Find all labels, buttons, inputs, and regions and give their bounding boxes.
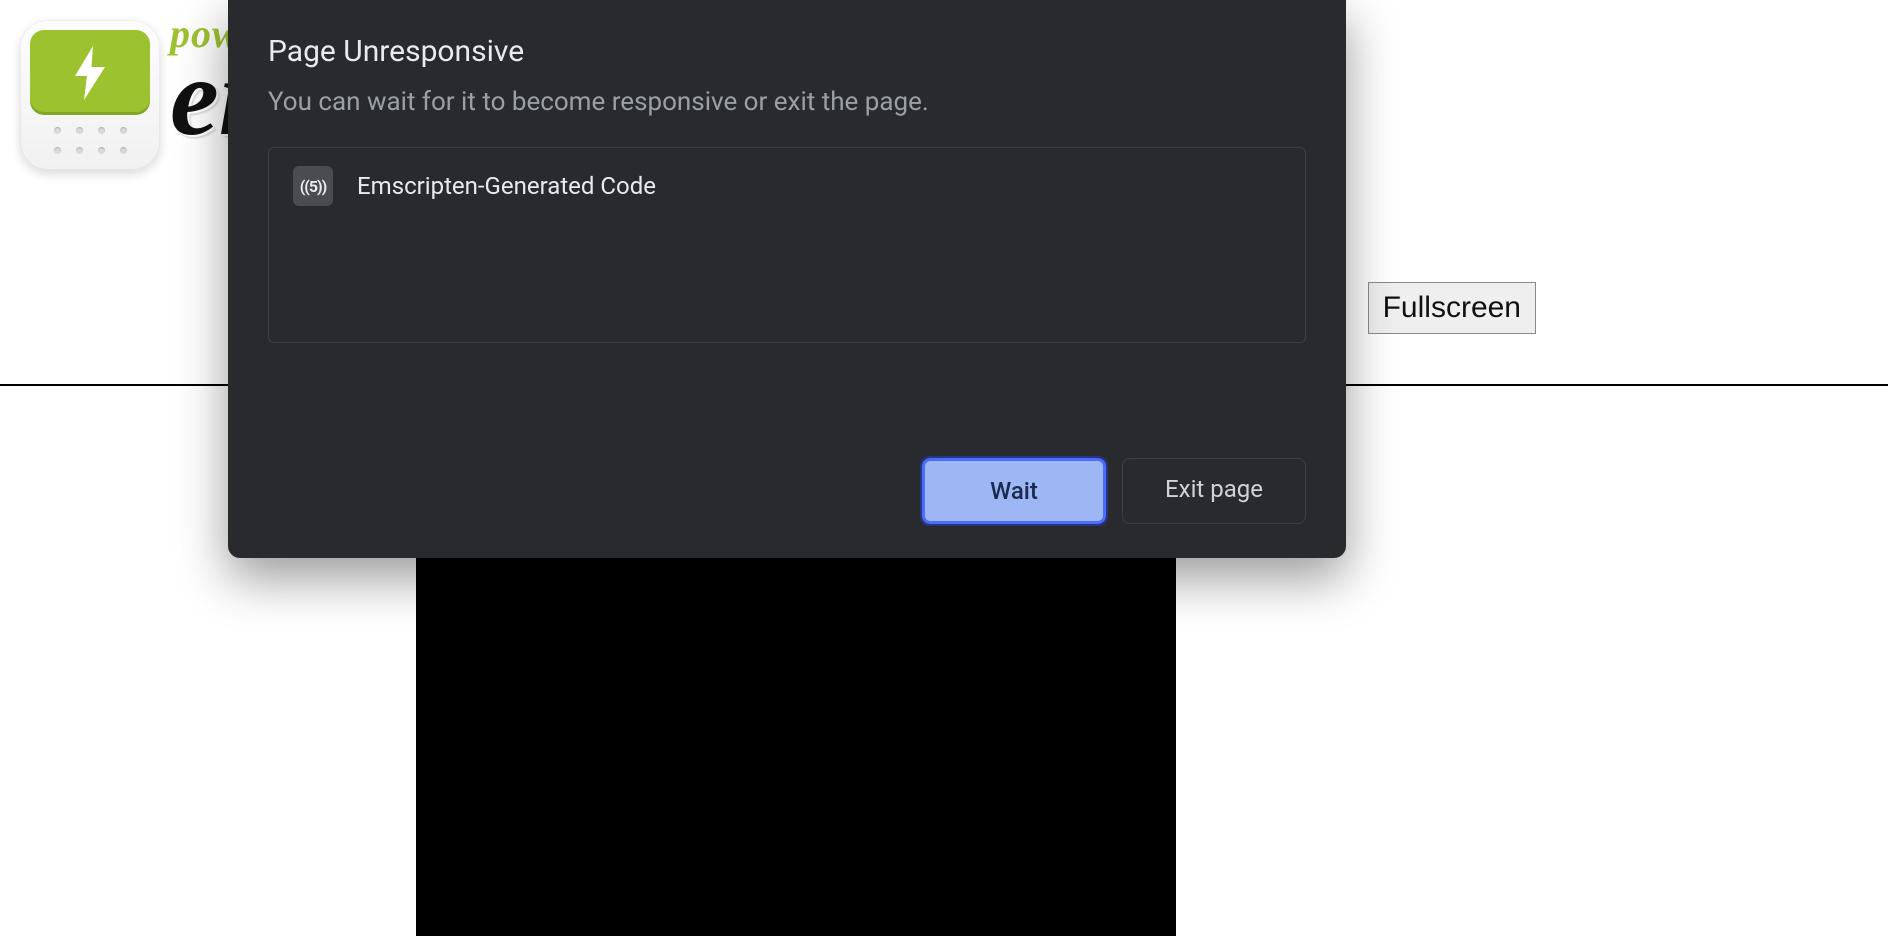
dialog-subtitle: You can wait for it to become responsive… <box>268 87 1306 117</box>
list-item: ((5)) Emscripten-Generated Code <box>293 166 1281 206</box>
unresponsive-pages-list: ((5)) Emscripten-Generated Code <box>268 147 1306 343</box>
page-favicon-icon: ((5)) <box>293 166 333 206</box>
page-item-label: Emscripten-Generated Code <box>357 172 656 200</box>
dialog-actions: Wait Exit page <box>268 418 1306 524</box>
emscripten-logo-icon <box>20 20 160 170</box>
page-unresponsive-dialog: Page Unresponsive You can wait for it to… <box>228 0 1346 558</box>
fullscreen-button[interactable]: Fullscreen <box>1368 282 1536 334</box>
wait-button[interactable]: Wait <box>922 458 1106 524</box>
exit-page-button[interactable]: Exit page <box>1122 458 1306 524</box>
logo-block <box>20 20 160 170</box>
bolt-icon <box>72 45 108 101</box>
dialog-title: Page Unresponsive <box>268 34 1306 69</box>
